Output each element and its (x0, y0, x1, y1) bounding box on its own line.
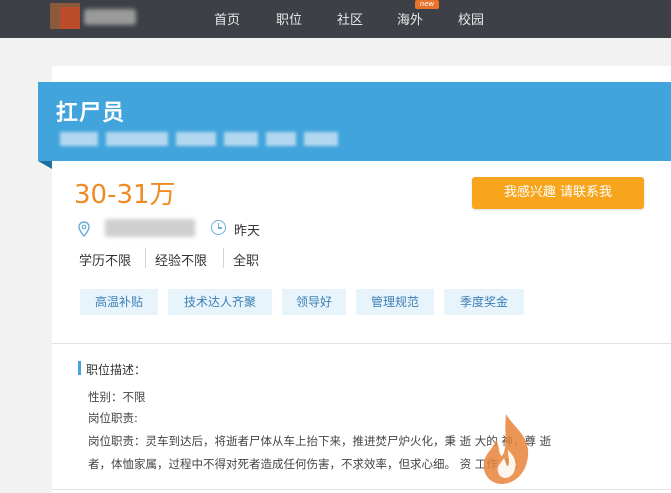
logo-text-blurred (84, 9, 136, 25)
job-title: 扛尸员 (56, 101, 126, 126)
nav-home[interactable]: 首页 (214, 9, 240, 28)
flame-logo-icon (483, 414, 529, 484)
posted-time: 昨天 (234, 224, 261, 239)
req-type: 全职 (233, 254, 260, 269)
nav-community[interactable]: 社区 (337, 9, 363, 28)
banner-fold (38, 161, 52, 169)
benefit-tag: 高温补贴 (80, 289, 158, 315)
section-divider (52, 343, 671, 344)
description-line: 岗位职责: (88, 411, 138, 425)
job-header-banner (38, 82, 671, 161)
company-name-blurred (60, 132, 340, 148)
location-blurred (105, 219, 195, 237)
benefit-tag: 技术达人齐聚 (168, 289, 272, 315)
description-line: 者，体恤家属，过程中不得对死者造成任何伤害，不求效率，但求心细。 资 工作 间： (88, 457, 525, 471)
req-education: 学历不限 (79, 254, 132, 269)
location-pin-icon (78, 221, 90, 237)
clock-icon (211, 220, 226, 235)
nav-overseas[interactable]: 海外 (397, 9, 423, 28)
benefit-tag: 季度奖金 (444, 289, 524, 315)
description-title: 职位描述： (86, 363, 147, 377)
top-nav-bar: 首页 职位 社区 海外 new 校园 (0, 0, 671, 38)
description-line: 性别：不限 (88, 390, 146, 404)
nav-jobs[interactable]: 职位 (276, 9, 302, 28)
benefit-tag: 领导好 (282, 289, 346, 315)
site-logo[interactable] (50, 3, 140, 29)
req-experience: 经验不限 (155, 254, 208, 269)
req-divider (223, 248, 224, 268)
logo-mark-accent (60, 7, 80, 29)
new-badge: new (415, 0, 439, 9)
section-divider (52, 489, 671, 490)
section-marker (78, 361, 81, 375)
nav-campus[interactable]: 校园 (458, 9, 484, 28)
req-divider (145, 248, 146, 268)
salary: 30-31万 (74, 180, 176, 210)
benefit-tag: 管理规范 (356, 289, 434, 315)
apply-button[interactable]: 我感兴趣 请联系我 (472, 177, 644, 209)
